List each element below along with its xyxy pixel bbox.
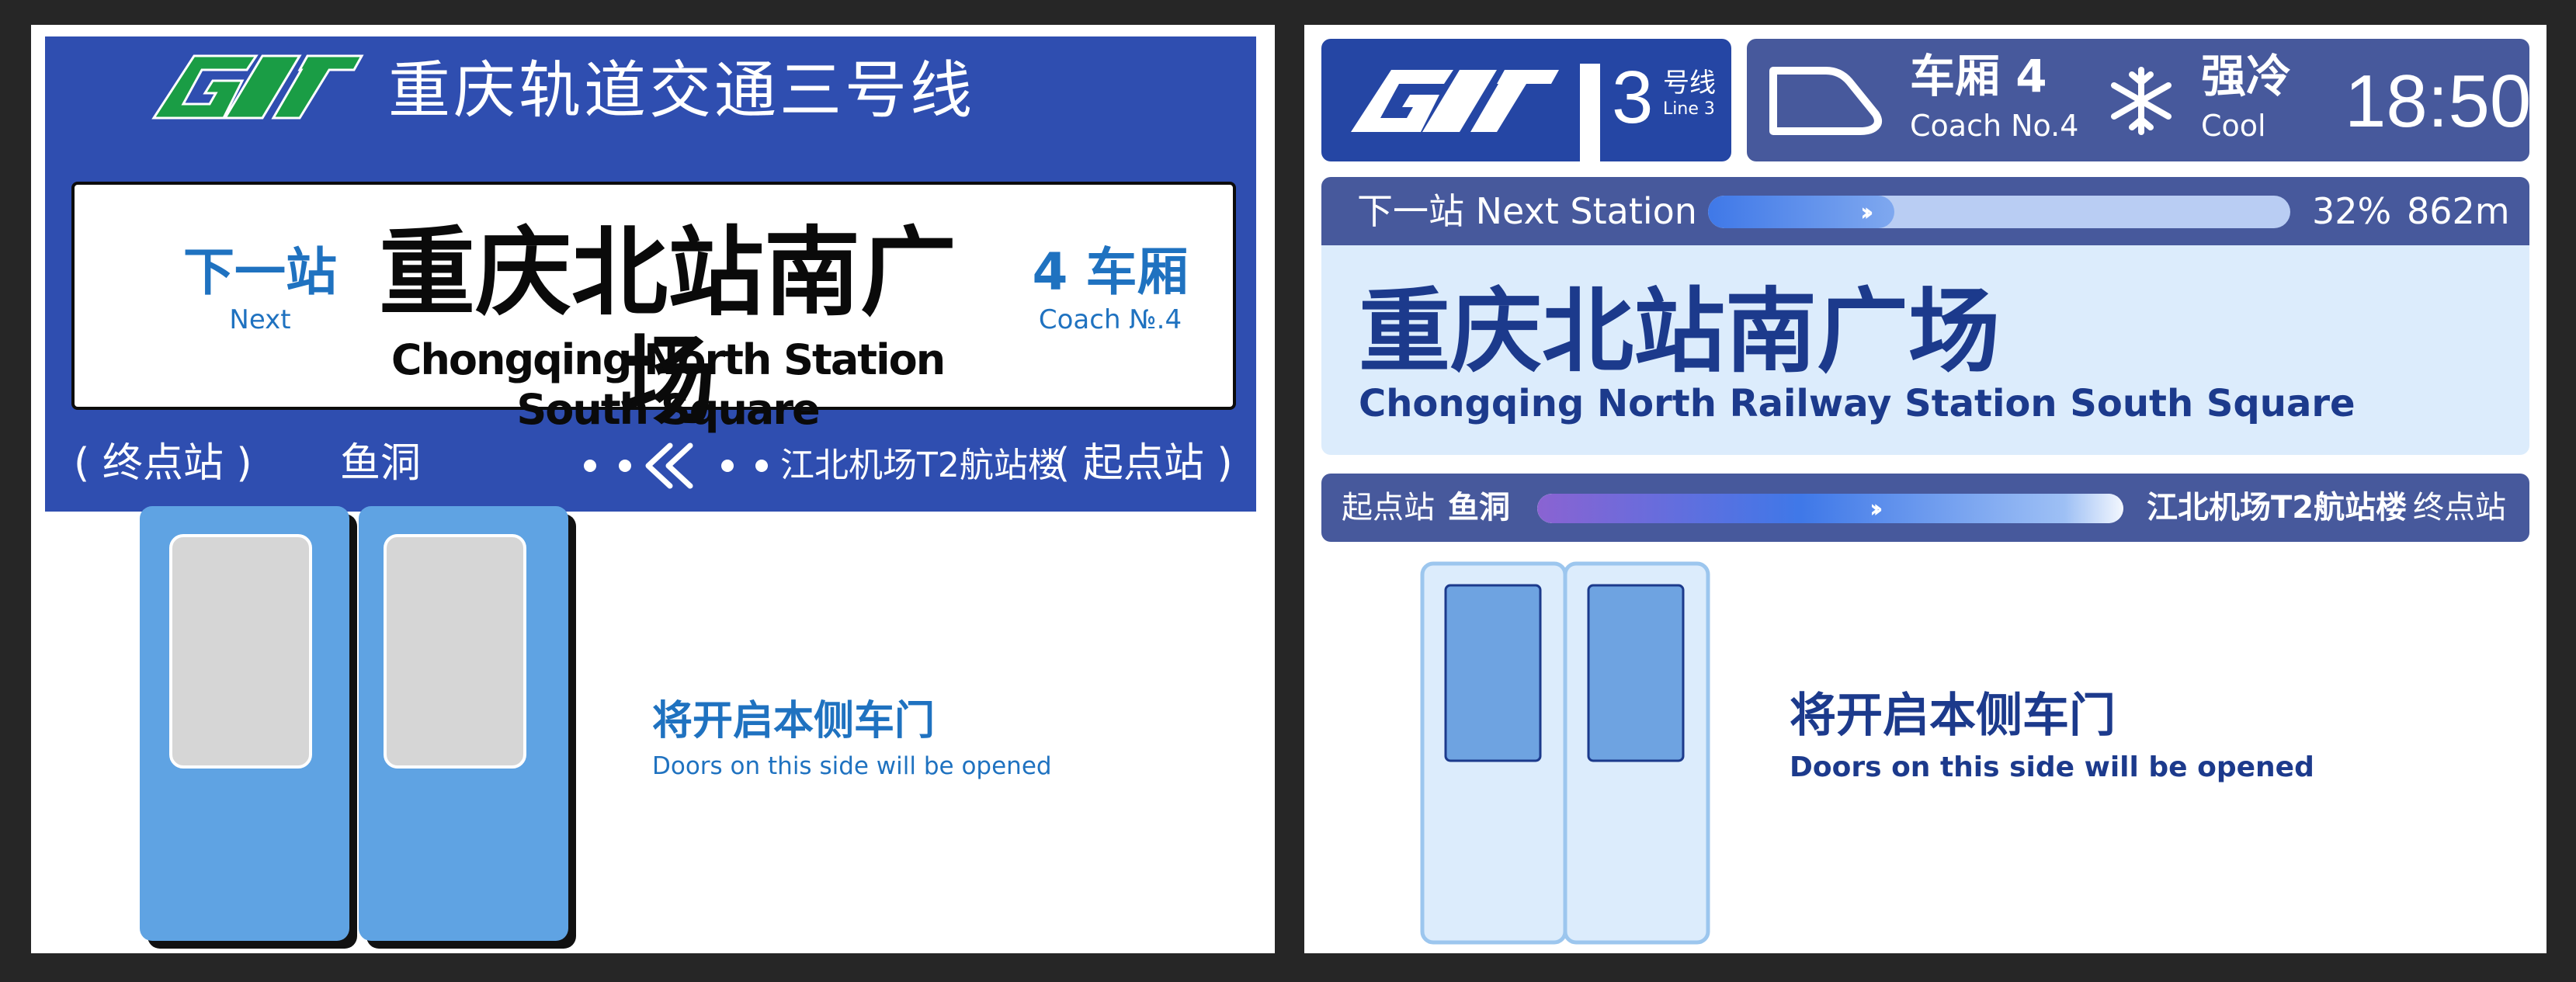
line-number: 3: [1612, 56, 1654, 139]
train-icon: [1769, 67, 1882, 135]
terminal-station: 鱼洞: [340, 440, 422, 487]
line-title: 重庆轨道交通三号线: [388, 54, 975, 127]
next-label: 下一站: [183, 242, 337, 302]
coach-label: 4 车厢: [1032, 242, 1189, 302]
cqrt-logo-icon: [1351, 70, 1559, 132]
door-notice: 将开启本侧车门: [1790, 689, 2116, 743]
origin-station: 江北机场T2航站楼: [780, 446, 1062, 485]
door-notice-en: Doors on this side will be opened: [652, 752, 1052, 780]
line-label-en: Line 3: [1663, 99, 1715, 119]
route-progress-fill: [1537, 494, 2123, 523]
chevron-left-icon: [584, 442, 768, 489]
progress-percent: 32%: [2312, 190, 2392, 232]
climate-label-en: Cool: [2201, 109, 2266, 143]
route-destination-label: 终点站: [2413, 490, 2506, 526]
station-name-en: Chongqing North Railway Station South Sq…: [1359, 382, 2356, 425]
distance: 862m: [2407, 190, 2510, 232]
door-notice-en: Doors on this side will be opened: [1790, 751, 2314, 783]
coach-label-en: Coach No.4: [1910, 109, 2079, 143]
coach-label-en: Coach №.4: [1038, 304, 1182, 335]
cqrt-logo-icon: [151, 54, 364, 120]
route-origin: 鱼洞: [1448, 490, 1510, 526]
route-progress-bar: › ›: [1537, 494, 2123, 523]
route-destination: 江北机场T2航站楼: [2147, 490, 2408, 526]
next-progress-bar: › ›: [1708, 196, 2290, 228]
snowflake-icon: [2111, 67, 2172, 135]
chevron-right-icon: › ›: [1870, 494, 1883, 523]
next-station-label: 下一站 Next Station: [1357, 190, 1697, 232]
origin-label: ( 起点站 ): [1054, 440, 1233, 487]
clock: 18:50: [2345, 60, 2532, 143]
door-icon: [1420, 561, 1710, 945]
door-notice: 将开启本侧车门: [652, 698, 936, 744]
chevron-right-icon: › ›: [1860, 197, 1873, 227]
door-icon: [140, 506, 576, 949]
route-origin-label: 起点站: [1342, 490, 1435, 526]
station-name: 重庆北站南广场: [1359, 278, 2001, 385]
line-divider: [1580, 64, 1600, 161]
old-display-panel: 重庆轨道交通三号线 下一站 Next 重庆北站南广场 Chongqing Nor…: [31, 25, 1275, 953]
coach-label: 车厢 4: [1910, 50, 2047, 102]
terminal-label: ( 终点站 ): [74, 440, 252, 487]
next-label-en: Next: [229, 304, 291, 335]
climate-label: 强冷: [2201, 50, 2292, 102]
line-label: 号线: [1663, 68, 1716, 99]
station-name-en: Chongqing North Station South Square: [391, 335, 946, 434]
next-progress-fill: [1708, 196, 1894, 228]
new-display-panel: 3 号线 Line 3 车厢 4 Coach No.4 强冷 Cool 18:5…: [1304, 25, 2546, 953]
